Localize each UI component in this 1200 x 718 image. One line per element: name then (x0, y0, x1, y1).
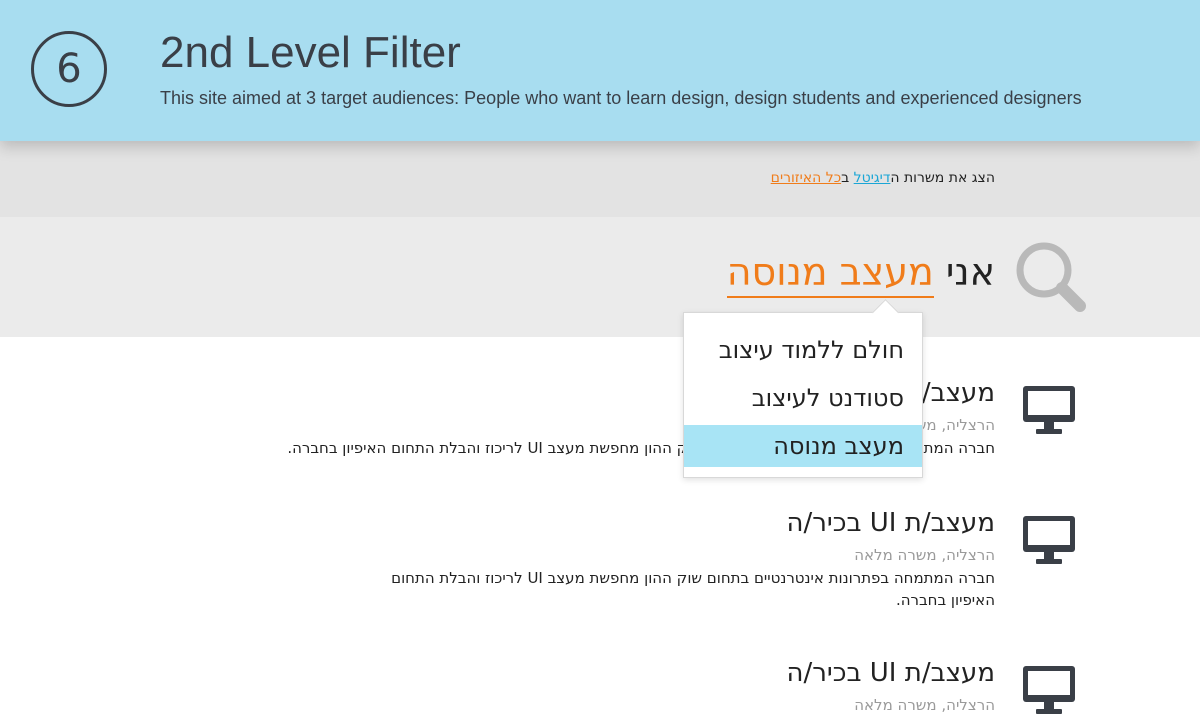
monitor-icon (1023, 666, 1075, 714)
region-filter-link[interactable]: כל האיזורים (771, 170, 841, 186)
filter-prefix: הצג את משרות ה (890, 170, 995, 186)
monitor-icon (1023, 386, 1075, 434)
job-meta: הרצליה, משרה מלאה (854, 546, 995, 564)
job-meta: הרצליה, משרה מלאה (854, 696, 995, 714)
job-title[interactable]: מעצב/ת UI בכיר/ה (787, 658, 996, 688)
dropdown-option-dreamer[interactable]: חולם ללמוד עיצוב (684, 329, 922, 371)
step-number: 6 (56, 46, 82, 92)
filter-connector: ב (841, 170, 854, 186)
audience-level-dropdown: חולם ללמוד עיצוב סטודנט לעיצוב מעצב מנוס… (683, 312, 923, 478)
category-filter-link[interactable]: דיגיטל (854, 170, 891, 186)
page-title: 2nd Level Filter (160, 28, 461, 77)
job-title[interactable]: מעצב/ת UI בכיר/ה (787, 508, 996, 538)
filter-strip (0, 141, 1200, 217)
dropdown-option-student[interactable]: סטודנט לעיצוב (684, 377, 922, 419)
page-header: 6 2nd Level Filter This site aimed at 3 … (0, 0, 1200, 141)
filter-sentence: הצג את משרות הדיגיטל בכל האיזורים (771, 170, 995, 186)
audience-sentence: אני מעצב מנוסה (726, 250, 995, 298)
monitor-icon (1023, 516, 1075, 564)
dropdown-option-experienced[interactable]: מעצב מנוסה (684, 425, 922, 467)
audience-prefix: אני (933, 250, 995, 294)
step-number-badge: 6 (31, 31, 107, 107)
page-subtitle: This site aimed at 3 target audiences: P… (160, 88, 1082, 108)
job-description: חברה המתמחה בפתרונות אינטרנטיים בתחום שו… (391, 569, 995, 609)
audience-level-select[interactable]: מעצב מנוסה (726, 250, 934, 298)
magnifier-icon (1016, 242, 1086, 312)
